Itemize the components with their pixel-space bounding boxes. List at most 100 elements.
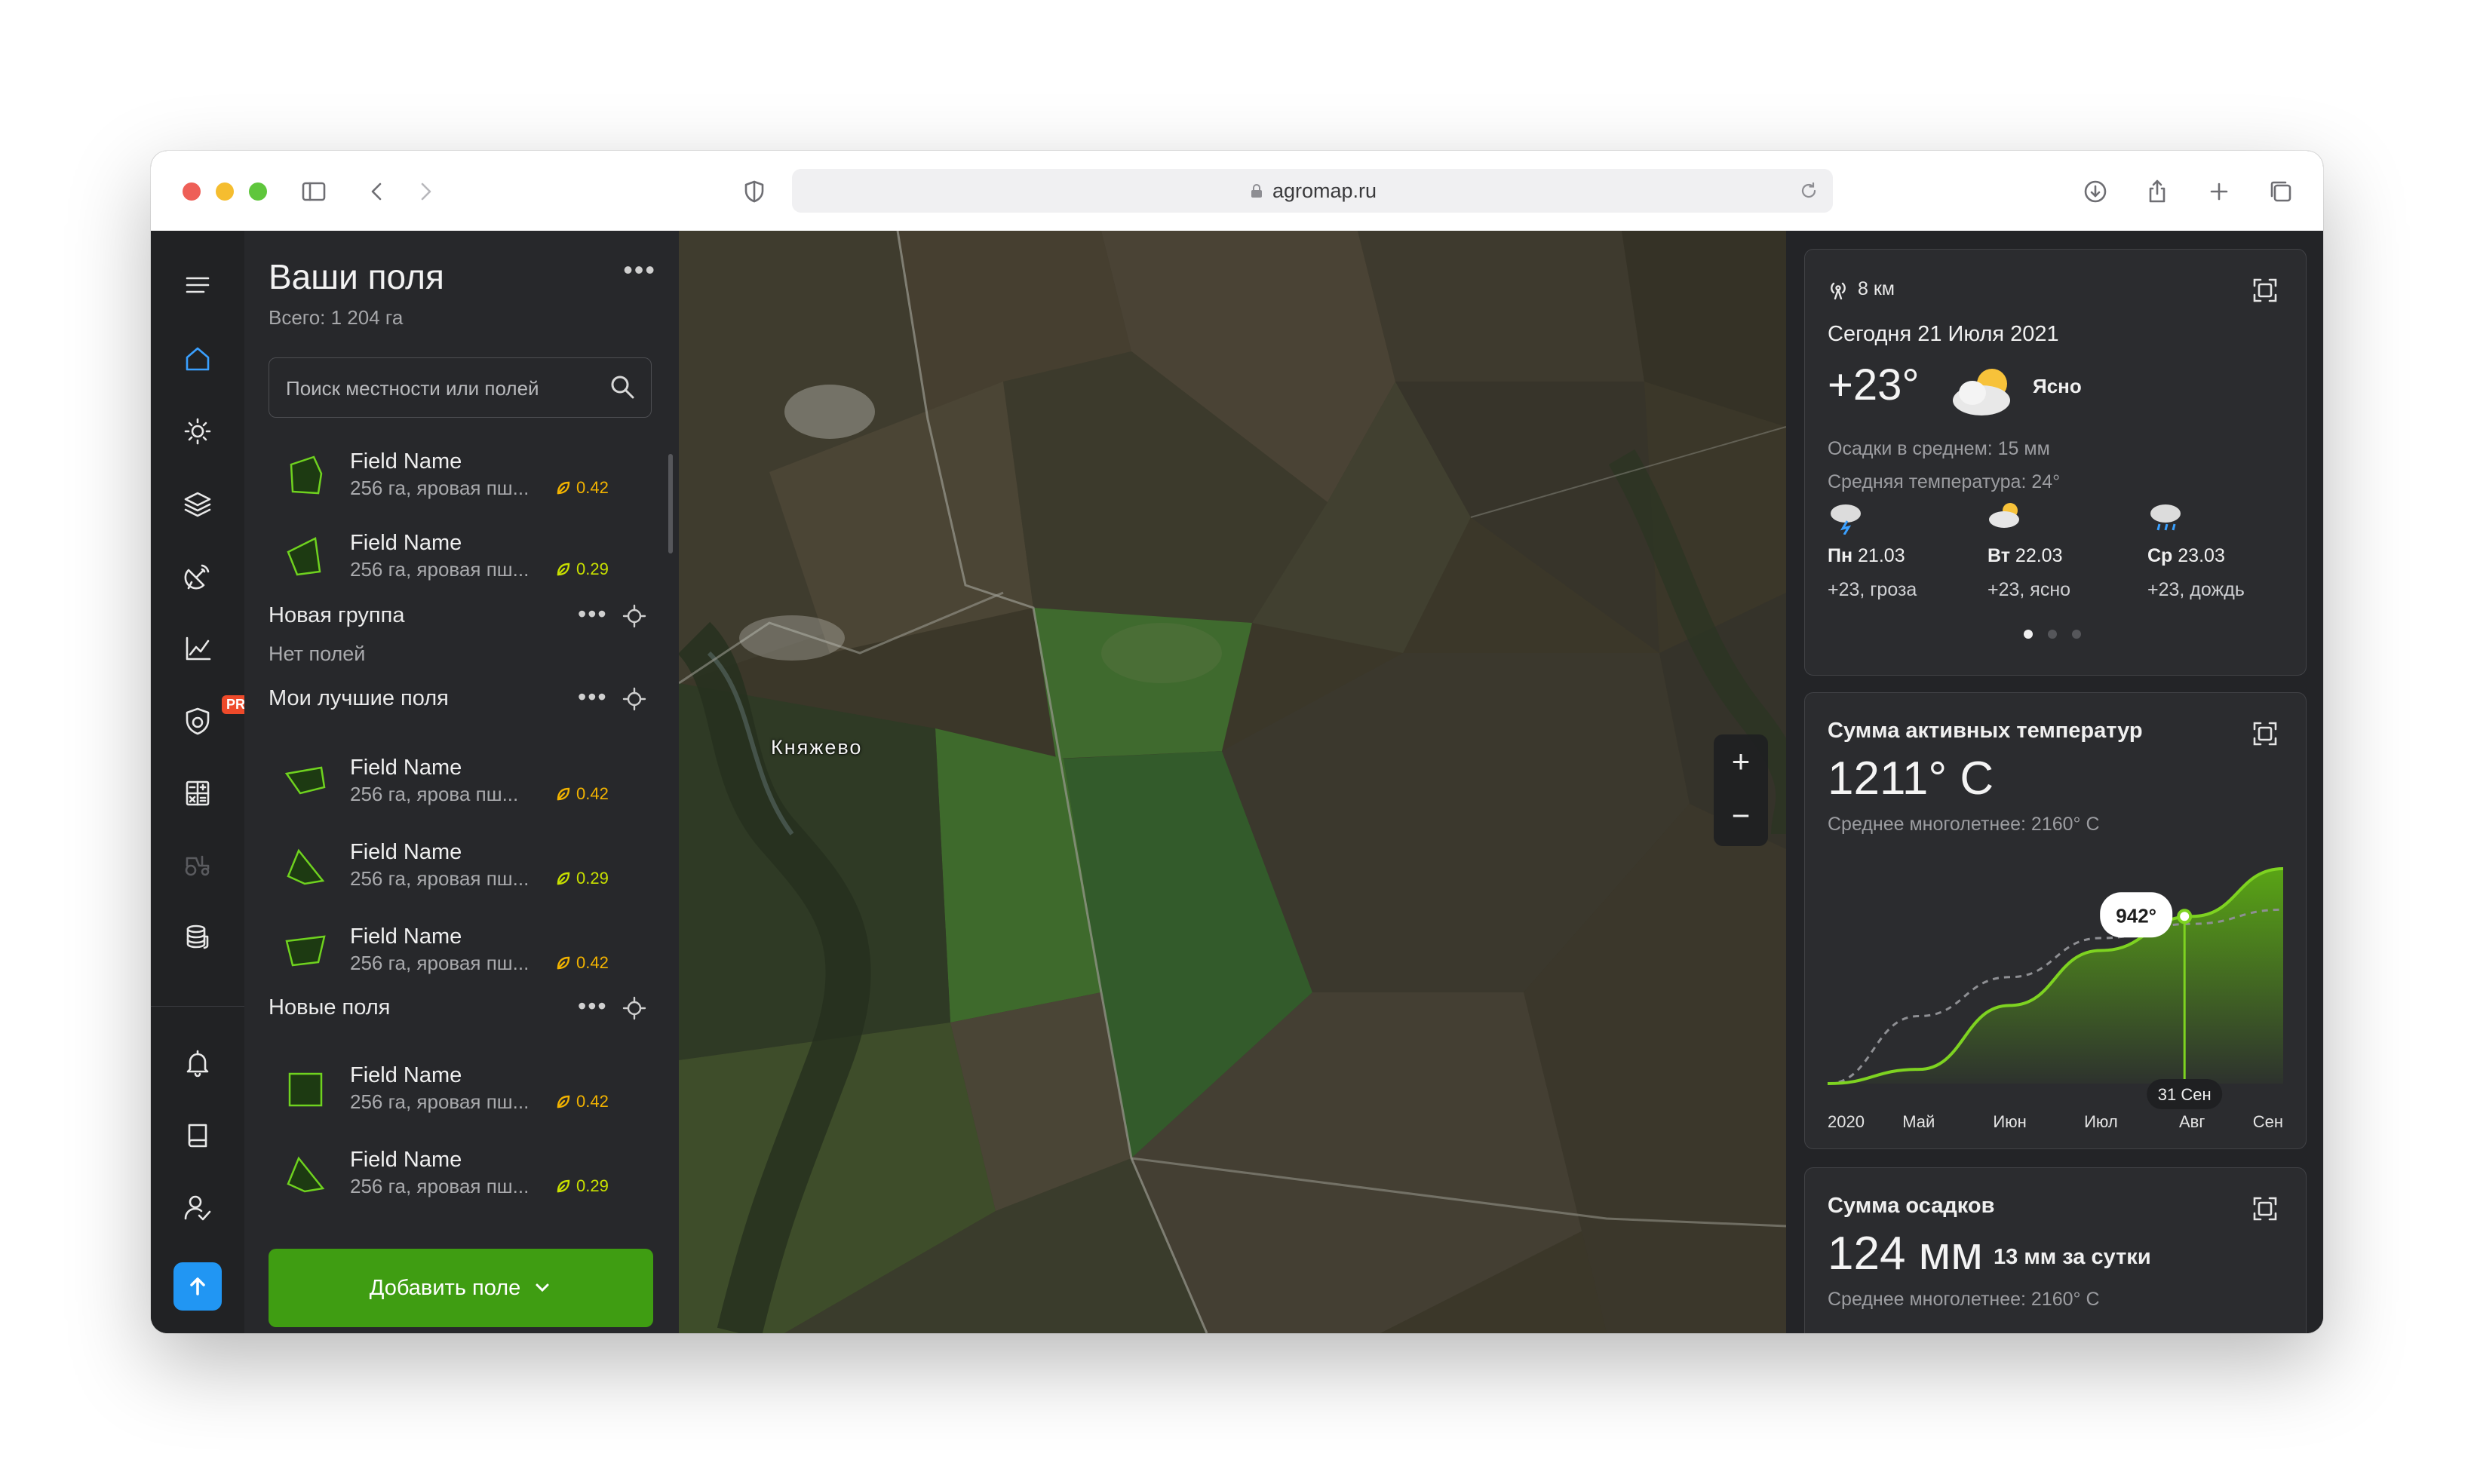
carousel-dot[interactable]	[2048, 630, 2057, 639]
field-shape-icon	[287, 537, 321, 576]
ndvi-value: 0.42	[555, 1092, 609, 1111]
group-more-icon[interactable]: •••	[578, 992, 608, 1020]
layers-icon[interactable]	[175, 481, 220, 526]
weather-precip: Осадки в среднем: 15 мм	[1828, 438, 2050, 459]
locate-icon[interactable]	[622, 603, 647, 629]
precip-per-day: 13 мм за сутки	[1994, 1245, 2151, 1269]
field-shape-icon	[288, 1072, 323, 1107]
field-item[interactable]: Field Name 256 га, яровая пш... 0.42	[244, 1050, 667, 1125]
ndvi-value: 0.29	[555, 560, 609, 579]
reload-icon[interactable]	[1798, 180, 1819, 201]
leaf-icon	[557, 956, 570, 970]
satellite-map[interactable]: Княжево + −	[679, 231, 1786, 1333]
lock-icon	[1251, 184, 1262, 198]
cloud-lightning-icon	[1831, 504, 1861, 535]
arrow-up-icon[interactable]	[173, 1262, 222, 1311]
field-item[interactable]: Field Name 256 га, яровая пш... 0.42	[244, 911, 667, 986]
field-name: Field Name	[350, 924, 462, 949]
scrollbar[interactable]	[668, 454, 673, 553]
new-tab-icon[interactable]	[2202, 175, 2236, 208]
field-group-header[interactable]: Новые поля •••	[269, 991, 653, 1029]
add-field-button[interactable]: Добавить поле	[269, 1249, 653, 1327]
zoom-in-button[interactable]: +	[1714, 734, 1768, 789]
ndvi-value: 0.42	[555, 478, 609, 498]
forward-icon[interactable]	[409, 175, 442, 208]
group-more-icon[interactable]: •••	[578, 683, 608, 711]
carousel-dots[interactable]	[2024, 630, 2096, 639]
expand-icon[interactable]	[2250, 1194, 2280, 1224]
active-temp-chart[interactable]: 2020 Май Июн Июл Авг Сен 942° 31 Сен	[1805, 693, 2306, 1148]
leaf-icon	[557, 872, 570, 885]
forecast-desc: +23, дождь	[2147, 579, 2245, 600]
menu-icon[interactable]	[175, 262, 220, 308]
panel-title: Ваши поля	[269, 257, 444, 296]
weather-icon[interactable]	[175, 409, 220, 454]
maximize-window-button[interactable]	[249, 182, 267, 201]
forecast-date: Вт 22.03	[1987, 545, 2063, 566]
map-place-label: Княжево	[771, 736, 863, 759]
precip-card: Сумма осадков 124 мм 13 мм за сутки Сред…	[1804, 1167, 2307, 1333]
satellite-icon[interactable]	[175, 553, 220, 599]
active-temp-card: Сумма активных температур 1211° C Средне…	[1804, 692, 2307, 1149]
field-item[interactable]: Field Name 256 га, яровая пш... 0.29	[244, 826, 667, 902]
precip-title: Сумма осадков	[1828, 1194, 1995, 1218]
forecast-desc: +23, гроза	[1828, 579, 1917, 600]
field-name: Field Name	[350, 531, 462, 555]
group-more-icon[interactable]: •••	[578, 600, 608, 628]
home-icon[interactable]	[175, 336, 220, 382]
bell-icon[interactable]	[175, 1041, 220, 1086]
forecast-day[interactable]: Пн 21.03 +23, гроза	[1828, 504, 1978, 601]
group-name: Новые поля	[269, 995, 391, 1019]
back-icon[interactable]	[361, 175, 394, 208]
close-window-button[interactable]	[183, 182, 201, 201]
ndvi-value: 0.29	[555, 1176, 609, 1196]
search-icon[interactable]	[609, 373, 636, 400]
browser-window: agromap.ru PRO Ваши поля Всего: 1 204 га…	[151, 151, 2323, 1333]
carousel-dot[interactable]	[2072, 630, 2081, 639]
zoom-controls: + −	[1714, 734, 1768, 846]
forecast-day[interactable]: Вт 22.03 +23, ясно	[1987, 503, 2138, 601]
field-group-header[interactable]: Мои лучшие поля •••	[269, 682, 653, 719]
field-name: Field Name	[350, 449, 462, 474]
field-group-header[interactable]: Новая группа •••	[269, 599, 653, 636]
forecast-day[interactable]: Ср 23.03 +23, дождь	[2147, 504, 2298, 601]
calculator-icon[interactable]	[175, 771, 220, 816]
search-input[interactable]	[269, 358, 619, 419]
privacy-shield-icon[interactable]	[738, 175, 771, 208]
field-item[interactable]: Field Name 256 га, яровая пш... 0.42	[244, 436, 667, 511]
share-icon[interactable]	[2141, 175, 2174, 208]
field-item[interactable]: Field Name 256 га, яровая пш... 0.29	[244, 517, 667, 593]
protection-icon[interactable]: PRO	[175, 695, 261, 744]
field-desc: 256 га, яровая пш...	[350, 1090, 529, 1113]
address-bar[interactable]: agromap.ru	[792, 169, 1833, 213]
field-desc: 256 га, яровая пш...	[350, 1175, 529, 1197]
locate-icon[interactable]	[622, 686, 647, 712]
download-icon[interactable]	[2079, 175, 2112, 208]
field-name: Field Name	[350, 1148, 462, 1172]
more-options-icon[interactable]: •••	[623, 256, 656, 284]
field-item[interactable]: Field Name 256 га, яровая пш... 0.29	[244, 1134, 667, 1210]
zoom-out-button[interactable]: −	[1714, 789, 1768, 843]
locate-icon[interactable]	[622, 995, 647, 1021]
group-name: Мои лучшие поля	[269, 686, 449, 710]
carousel-dot[interactable]	[2024, 630, 2033, 639]
ndvi-value: 0.42	[555, 953, 609, 973]
field-item[interactable]: Field Name 256 га, ярова пш... 0.42	[244, 742, 667, 817]
leaf-icon	[557, 787, 570, 801]
user-check-icon[interactable]	[175, 1185, 220, 1231]
field-desc: 256 га, яровая пш...	[350, 477, 529, 499]
leaf-icon	[557, 1179, 570, 1193]
coins-icon[interactable]	[175, 914, 220, 959]
book-icon[interactable]	[175, 1113, 220, 1158]
marker-date-label: 31 Сен	[2158, 1085, 2212, 1104]
weather-date: Сегодня 21 Июля 2021	[1828, 322, 2059, 346]
expand-icon[interactable]	[2250, 275, 2280, 305]
sidebar-toggle-icon[interactable]	[297, 175, 330, 208]
tractor-icon[interactable]	[175, 842, 220, 887]
field-shape-icon	[287, 848, 325, 885]
field-shape-icon	[285, 935, 326, 967]
analytics-icon[interactable]	[175, 626, 220, 671]
minimize-window-button[interactable]	[216, 182, 234, 201]
tabs-overview-icon[interactable]	[2264, 175, 2298, 208]
weather-avg-temp: Средняя температура: 24°	[1828, 471, 2061, 492]
